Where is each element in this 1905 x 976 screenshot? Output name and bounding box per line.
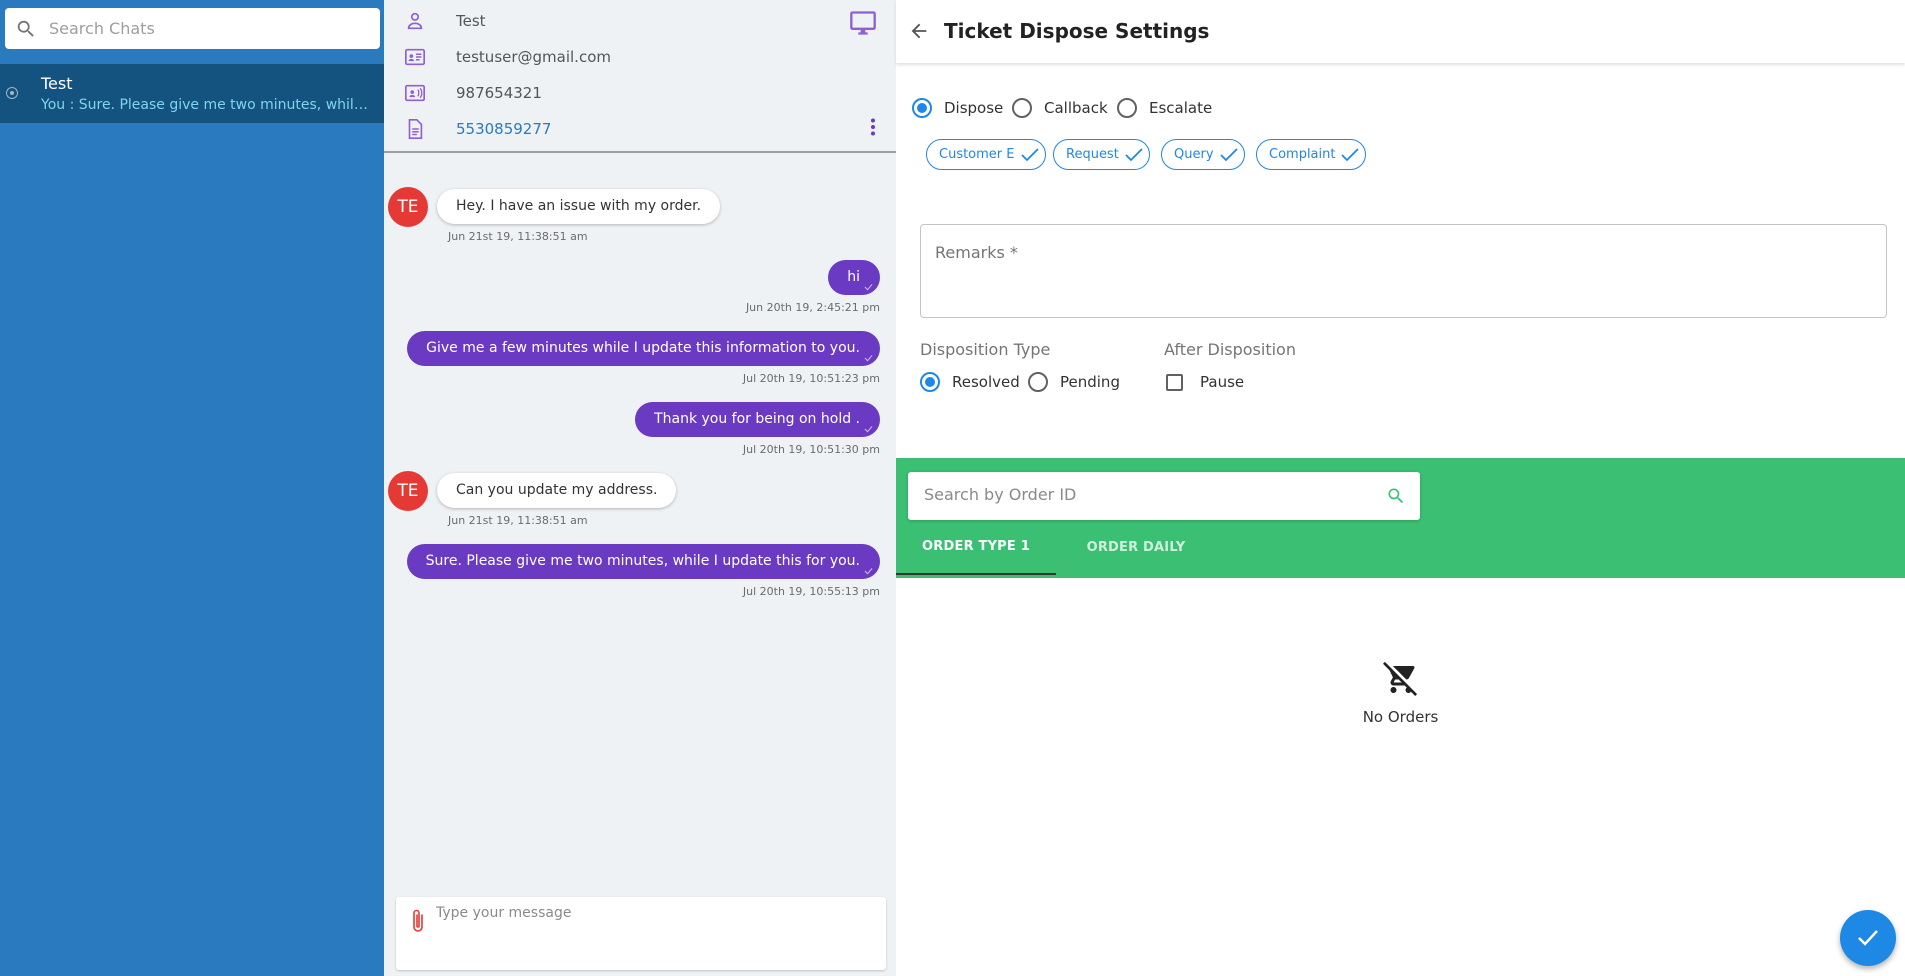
outgoing-message: Give me a few minutes while I update thi… (407, 331, 880, 366)
radio-circle (912, 98, 932, 118)
ticket-dispose-panel: Ticket Dispose Settings Dispose Callback… (896, 0, 1905, 976)
radio-label: Dispose (944, 99, 1004, 117)
radio-circle (920, 372, 940, 392)
radio-dispose[interactable]: Dispose (912, 98, 1003, 118)
radio-circle (1012, 98, 1032, 118)
message-text: Sure. Please give me two minutes, while … (425, 553, 860, 569)
contact-email-row: testuser@gmail.com (404, 45, 611, 69)
disposition-type-label: Disposition Type (920, 340, 1051, 359)
check-icon (864, 425, 873, 433)
chat-name: Test (41, 74, 73, 93)
contact-phone-icon (405, 84, 425, 102)
radio-escalate[interactable]: Escalate (1117, 98, 1212, 118)
no-orders-empty-state: No Orders (896, 660, 1905, 726)
outgoing-message: Thank you for being on hold . (635, 402, 880, 437)
message-input[interactable] (436, 905, 876, 961)
confirm-dispose-button[interactable] (1840, 910, 1896, 966)
check-icon (1858, 930, 1878, 946)
tag-chip-customer[interactable]: Customer E (926, 139, 1046, 170)
outgoing-message: hi (828, 260, 880, 295)
contact-email: testuser@gmail.com (456, 48, 611, 66)
tab-order-type-1[interactable]: ORDER TYPE 1 (896, 520, 1056, 575)
radio-pending[interactable]: Pending (1028, 372, 1120, 392)
document-icon (408, 119, 423, 139)
radio-label: Resolved (952, 373, 1020, 391)
monitor-icon[interactable] (848, 9, 878, 37)
remove-shopping-cart-icon (1382, 661, 1417, 696)
search-chats-box[interactable] (5, 8, 380, 49)
radio-label: Escalate (1149, 99, 1213, 117)
person-icon (407, 12, 423, 30)
tab-order-daily[interactable]: ORDER DAILY (1056, 520, 1216, 575)
attachment-icon[interactable] (410, 907, 426, 935)
check-icon (864, 283, 873, 291)
check-icon (864, 567, 873, 575)
message-timestamp: Jul 20th 19, 10:51:30 pm (742, 443, 880, 456)
check-icon (1020, 147, 1039, 161)
more-vertical-icon[interactable] (870, 118, 876, 136)
pause-checkbox[interactable]: Pause (1166, 373, 1244, 391)
remarks-label: Remarks * (935, 243, 1018, 262)
avatar: TE (388, 471, 428, 511)
message-timestamp: Jun 21st 19, 11:38:51 am (448, 514, 588, 527)
tag-chip-request[interactable]: Request (1053, 139, 1150, 170)
conversation-panel: Test testuser@gmail.com 987654321 553085… (384, 0, 896, 976)
radio-label: Callback (1044, 99, 1108, 117)
message-timestamp: Jul 20th 19, 10:55:13 pm (742, 585, 880, 598)
check-icon (1341, 147, 1360, 161)
checkbox-label: Pause (1200, 373, 1245, 391)
radio-label: Pending (1060, 373, 1120, 391)
tag-chip-complaint[interactable]: Complaint (1256, 139, 1367, 170)
radio-circle (1028, 372, 1048, 392)
order-search-input[interactable] (924, 485, 1364, 504)
radio-circle (1117, 98, 1137, 118)
search-chats-input[interactable] (49, 19, 349, 38)
radio-callback[interactable]: Callback (1012, 98, 1108, 118)
chat-list-sidebar: Test You : Sure. Please give me two minu… (0, 0, 384, 976)
search-icon[interactable] (1386, 486, 1406, 506)
ticket-number-link[interactable]: 5530859277 (456, 120, 551, 138)
incoming-message: Hey. I have an issue with my order. (437, 189, 721, 224)
message-text: hi (847, 269, 860, 285)
message-composer[interactable] (396, 897, 886, 970)
back-arrow-icon[interactable] (908, 20, 930, 42)
chip-label: Request (1066, 147, 1119, 162)
message-timestamp: Jun 20th 19, 2:45:21 pm (745, 301, 880, 314)
orders-toolbar: ORDER TYPE 1 ORDER DAILY (896, 458, 1905, 578)
settings-header: Ticket Dispose Settings (896, 0, 1905, 63)
ticket-row[interactable]: 5530859277 (404, 117, 551, 141)
remarks-field[interactable]: Remarks * (920, 224, 1887, 318)
after-disposition-label: After Disposition (1164, 340, 1296, 359)
message-list: TE Hey. I have an issue with my order. J… (384, 155, 896, 885)
check-icon (1219, 147, 1238, 161)
outgoing-message: Sure. Please give me two minutes, while … (406, 544, 880, 579)
message-timestamp: Jun 21st 19, 11:38:51 am (448, 230, 588, 243)
chip-label: Query (1174, 147, 1214, 162)
contact-name: Test (456, 12, 486, 30)
contact-phone-row: 987654321 (404, 81, 542, 105)
contact-phone: 987654321 (456, 84, 542, 102)
id-card-icon (405, 48, 425, 66)
tag-chip-query[interactable]: Query (1161, 139, 1245, 170)
radio-resolved[interactable]: Resolved (920, 372, 1020, 392)
incoming-message: Can you update my address. (437, 473, 677, 508)
check-icon (864, 354, 873, 362)
contact-info-header: Test testuser@gmail.com 987654321 553085… (384, 0, 896, 153)
order-search-box[interactable] (908, 472, 1420, 520)
checkbox-box (1166, 373, 1183, 391)
chat-preview: You : Sure. Please give me two minutes, … (41, 97, 371, 113)
chat-list-item[interactable]: Test You : Sure. Please give me two minu… (0, 64, 384, 123)
message-timestamp: Jul 20th 19, 10:51:23 pm (742, 372, 880, 385)
avatar: TE (388, 187, 428, 227)
message-text: Thank you for being on hold . (654, 411, 860, 427)
no-orders-text: No Orders (1362, 708, 1439, 726)
search-icon (17, 20, 34, 37)
message-text: Give me a few minutes while I update thi… (426, 340, 860, 356)
chip-label: Customer E (939, 147, 1015, 162)
chip-label: Complaint (1269, 147, 1336, 162)
page-title: Ticket Dispose Settings (944, 19, 1210, 43)
contact-name-row: Test (404, 9, 486, 33)
radio-dot-icon (6, 87, 18, 99)
check-icon (1125, 147, 1143, 161)
